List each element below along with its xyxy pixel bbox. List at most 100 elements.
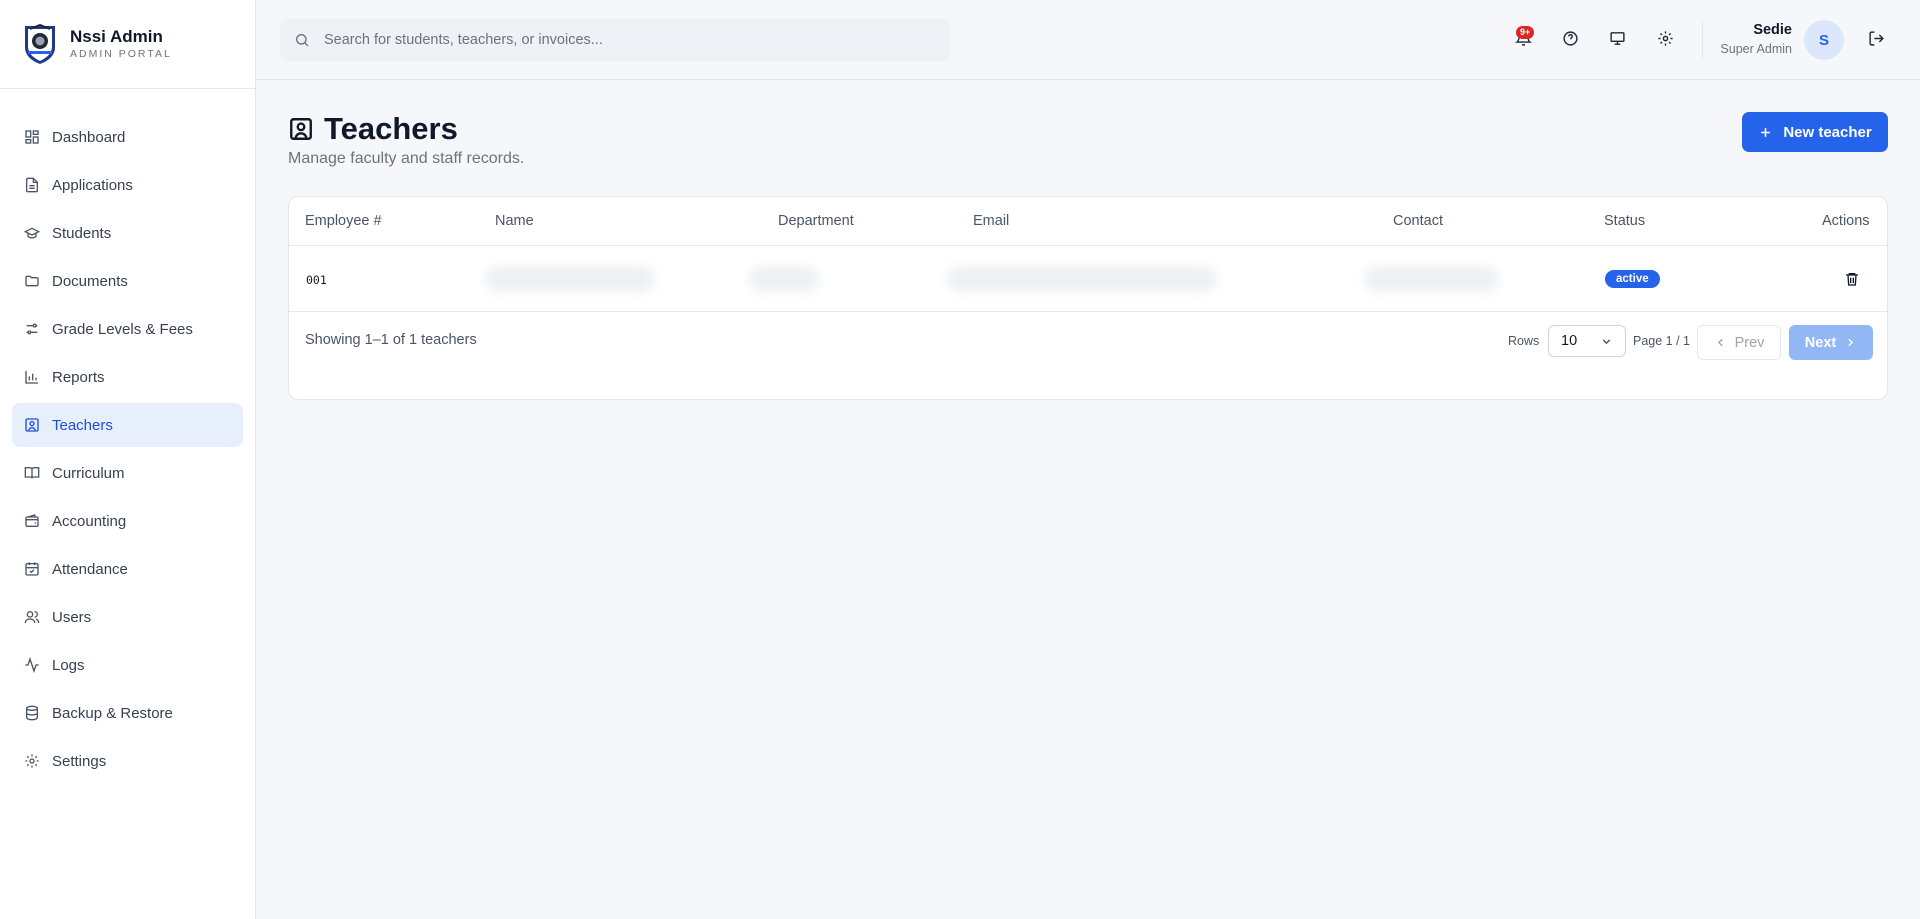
bar-chart-icon (24, 369, 40, 385)
settings-button[interactable] (1655, 28, 1675, 48)
department-redacted (749, 266, 819, 292)
sidebar-item-label: Teachers (52, 416, 113, 434)
sidebar-item-label: Attendance (52, 560, 128, 578)
sidebar-item-grade-levels-fees[interactable]: Grade Levels & Fees (12, 307, 243, 351)
topbar-divider (1702, 22, 1703, 58)
sidebar-item-label: Grade Levels & Fees (52, 320, 193, 338)
display-button[interactable] (1607, 28, 1627, 48)
user-role: Super Admin (1720, 42, 1792, 56)
new-teacher-button[interactable]: New teacher (1742, 112, 1888, 152)
new-teacher-label: New teacher (1783, 123, 1872, 141)
notification-badge: 9+ (1516, 26, 1535, 39)
school-seal-logo (25, 23, 55, 64)
help-button[interactable] (1560, 28, 1580, 48)
sidebar-item-attendance[interactable]: Attendance (12, 547, 243, 591)
logout-button[interactable] (1866, 28, 1886, 48)
sidebar-item-teachers[interactable]: Teachers (12, 403, 243, 447)
sidebar-item-label: Settings (52, 752, 107, 770)
rows-label: Rows (1508, 334, 1540, 348)
column-header-department[interactable]: Department (778, 213, 854, 229)
sidebar-item-label: Accounting (52, 512, 127, 530)
table-row[interactable]: 001 active (289, 246, 1887, 312)
sidebar-item-label: Logs (52, 656, 85, 674)
sidebar-item-curriculum[interactable]: Curriculum (12, 451, 243, 495)
sidebar-item-label: Reports (52, 368, 105, 386)
email-redacted (947, 266, 1217, 292)
chevron-right-icon (1848, 338, 1854, 347)
book-open-icon (24, 465, 40, 481)
table-header: Employee # Name Department Email Contact… (289, 197, 1887, 246)
sidebar-item-label: Applications (52, 176, 133, 194)
gear-icon (24, 753, 40, 769)
next-label: Next (1804, 334, 1837, 351)
employee-number: 001 (306, 273, 327, 287)
logout-icon (1868, 30, 1884, 46)
sidebar-item-applications[interactable]: Applications (12, 163, 243, 207)
sidebar: Nssi Admin ADMIN PORTAL Dashboard Applic… (0, 0, 256, 919)
activity-icon (24, 657, 40, 673)
name-redacted (485, 266, 655, 292)
page-indicator: Page 1 / 1 (1633, 334, 1690, 348)
folder-icon (24, 273, 40, 289)
rows-per-page-value: 10 (1561, 333, 1578, 349)
gear-icon (1657, 30, 1673, 46)
column-header-employee-no[interactable]: Employee # (305, 213, 382, 229)
sidebar-item-accounting[interactable]: Accounting (12, 499, 243, 543)
contact-icon (24, 417, 40, 433)
column-header-contact[interactable]: Contact (1393, 213, 1443, 229)
search-bar[interactable] (280, 19, 951, 61)
sidebar-item-label: Documents (52, 272, 128, 290)
dashboard-icon (24, 129, 40, 145)
trash-icon[interactable] (1844, 271, 1860, 287)
contact-redacted (1364, 266, 1499, 292)
prev-page-button[interactable]: Prev (1697, 325, 1781, 360)
prev-label: Prev (1734, 334, 1765, 351)
table-footer: Showing 1–1 of 1 teachers Rows 10 Page 1… (289, 312, 1887, 372)
sidebar-item-students[interactable]: Students (12, 211, 243, 255)
page-title: Teachers (324, 111, 458, 146)
contact-icon (290, 118, 312, 140)
brand[interactable]: Nssi Admin ADMIN PORTAL (0, 0, 255, 89)
rows-per-page-select[interactable]: 10 (1548, 325, 1626, 357)
sidebar-item-users[interactable]: Users (12, 595, 243, 639)
next-page-button[interactable]: Next (1789, 325, 1873, 360)
page-header: Teachers Manage faculty and staff record… (288, 110, 524, 168)
avatar[interactable]: S (1804, 20, 1844, 60)
plus-icon (1761, 127, 1771, 137)
sidebar-nav: Dashboard Applications Students Document… (0, 89, 255, 783)
showing-summary: Showing 1–1 of 1 teachers (305, 332, 477, 348)
file-text-icon (24, 177, 40, 193)
sidebar-item-backup-restore[interactable]: Backup & Restore (12, 691, 243, 735)
column-header-email[interactable]: Email (973, 213, 1009, 229)
database-icon (24, 705, 40, 721)
sliders-icon (24, 321, 40, 337)
column-header-status[interactable]: Status (1604, 213, 1645, 229)
sidebar-item-documents[interactable]: Documents (12, 259, 243, 303)
users-icon (24, 609, 40, 625)
sidebar-item-label: Users (52, 608, 92, 626)
help-circle-icon (1562, 30, 1578, 46)
chevron-left-icon (1717, 338, 1723, 347)
sidebar-item-logs[interactable]: Logs (12, 643, 243, 687)
user-name: Sedie (1753, 22, 1792, 38)
status-badge: active (1605, 270, 1660, 288)
sidebar-item-label: Dashboard (52, 128, 126, 146)
page-subtitle: Manage faculty and staff records. (288, 150, 525, 167)
sidebar-item-reports[interactable]: Reports (12, 355, 243, 399)
sidebar-item-label: Students (52, 224, 112, 242)
wallet-icon (24, 513, 40, 529)
monitor-icon (1609, 31, 1625, 45)
column-header-actions: Actions (1822, 213, 1870, 229)
sidebar-item-label: Curriculum (52, 464, 125, 482)
sidebar-item-dashboard[interactable]: Dashboard (12, 115, 243, 159)
sidebar-item-settings[interactable]: Settings (12, 739, 243, 783)
teachers-table: Employee # Name Department Email Contact… (288, 196, 1888, 400)
search-input[interactable] (324, 32, 924, 48)
brand-title: Nssi Admin (70, 27, 163, 46)
column-header-name[interactable]: Name (495, 213, 534, 229)
calendar-check-icon (24, 561, 40, 577)
graduation-cap-icon (24, 225, 40, 241)
brand-subtitle: ADMIN PORTAL (70, 48, 172, 60)
search-icon (296, 34, 309, 47)
sidebar-item-label: Backup & Restore (52, 704, 173, 722)
